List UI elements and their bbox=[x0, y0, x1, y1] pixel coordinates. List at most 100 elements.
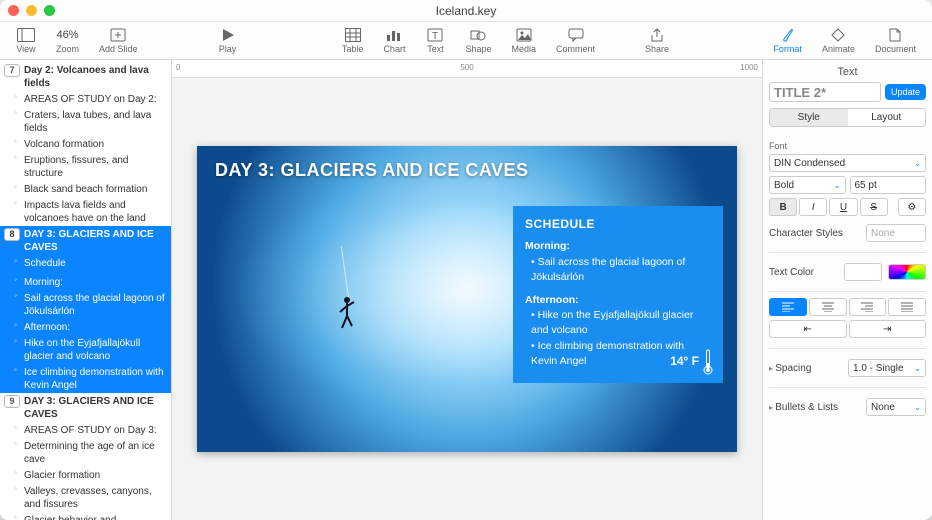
align-justify-button[interactable] bbox=[888, 298, 926, 316]
play-icon bbox=[218, 27, 238, 43]
bullets-select[interactable]: None⌄ bbox=[866, 398, 926, 416]
plus-icon bbox=[108, 27, 128, 43]
media-button[interactable]: Media bbox=[501, 27, 546, 54]
text-color-swatch[interactable] bbox=[844, 263, 882, 281]
font-weight-select[interactable]: Bold⌄ bbox=[769, 176, 846, 194]
color-picker-button[interactable] bbox=[888, 264, 926, 280]
outdent-button[interactable]: ⇤ bbox=[769, 320, 847, 338]
align-left-button[interactable] bbox=[769, 298, 807, 316]
media-icon bbox=[514, 27, 534, 43]
outline-item[interactable]: Ice climbing demonstration with Kevin An… bbox=[0, 364, 171, 393]
shape-button[interactable]: Shape bbox=[455, 27, 501, 54]
outline-item[interactable]: Glacier formation bbox=[0, 467, 171, 483]
zoom-button[interactable]: 46% Zoom bbox=[46, 27, 89, 54]
chevron-down-icon: ⌄ bbox=[914, 159, 921, 168]
outline-item[interactable]: Volcano formation bbox=[0, 136, 171, 152]
indent-button[interactable]: ⇥ bbox=[849, 320, 927, 338]
paragraph-style-select[interactable]: TITLE 2* bbox=[769, 82, 881, 102]
close-icon[interactable] bbox=[8, 5, 19, 16]
outline-item[interactable]: Schedule bbox=[0, 255, 171, 271]
inspector-tab-text[interactable]: Text bbox=[769, 60, 926, 82]
document-button[interactable]: Document bbox=[865, 27, 926, 54]
outline-item[interactable]: Craters, lava tubes, and lava fields bbox=[0, 107, 171, 136]
schedule-box[interactable]: SCHEDULE Morning: Sail across the glacia… bbox=[513, 206, 723, 383]
schedule-heading: SCHEDULE bbox=[525, 216, 711, 233]
chevron-down-icon: ⌄ bbox=[914, 364, 921, 373]
align-right-button[interactable] bbox=[849, 298, 887, 316]
comment-button[interactable]: Comment bbox=[546, 27, 605, 54]
outline-sidebar[interactable]: 7Day 2: Volcanoes and lava fields AREAS … bbox=[0, 60, 172, 520]
add-slide-button[interactable]: Add Slide bbox=[89, 27, 148, 54]
outline-slide-9[interactable]: 9DAY 3: GLACIERS AND ICE CAVES bbox=[0, 393, 171, 422]
toolbar: View 46% Zoom Add Slide Play Table Chart… bbox=[0, 22, 932, 60]
table-button[interactable]: Table bbox=[332, 27, 374, 54]
font-section-label: Font bbox=[769, 141, 926, 151]
format-button[interactable]: Format bbox=[763, 27, 812, 54]
italic-button[interactable]: I bbox=[799, 198, 827, 216]
char-styles-label: Character Styles bbox=[769, 228, 860, 239]
font-size-stepper[interactable]: 65 pt bbox=[850, 176, 927, 194]
bold-button[interactable]: B bbox=[769, 198, 797, 216]
outline-slide-8[interactable]: 8DAY 3: GLACIERS AND ICE CAVES bbox=[0, 226, 171, 255]
outline-item[interactable]: Impacts lava fields and volcanoes have o… bbox=[0, 197, 171, 226]
style-layout-segment[interactable]: Style Layout bbox=[769, 108, 926, 127]
underline-button[interactable]: U bbox=[829, 198, 857, 216]
advanced-options-button[interactable]: ⚙︎ bbox=[898, 198, 926, 216]
titlebar: Iceland.key bbox=[0, 0, 932, 22]
outline-item[interactable]: Sail across the glacial lagoon of Jökuls… bbox=[0, 290, 171, 319]
char-styles-select[interactable]: None bbox=[866, 224, 926, 242]
outline-item[interactable]: AREAS OF STUDY on Day 2: bbox=[0, 91, 171, 107]
canvas-area: 0 500 1000 DAY 3: GLACIERS AND ICE CAVES… bbox=[172, 60, 762, 520]
slide-title[interactable]: DAY 3: GLACIERS AND ICE CAVES bbox=[215, 160, 529, 181]
seg-style[interactable]: Style bbox=[770, 109, 848, 126]
outline-item[interactable]: Black sand beach formation bbox=[0, 181, 171, 197]
outline-item[interactable]: Hike on the Eyjafjallajökull glacier and… bbox=[0, 335, 171, 364]
outline-slide-7[interactable]: 7Day 2: Volcanoes and lava fields bbox=[0, 62, 171, 91]
update-style-button[interactable]: Update bbox=[885, 84, 926, 100]
chevron-down-icon: ⌄ bbox=[914, 403, 921, 412]
text-button[interactable]: TText bbox=[415, 27, 455, 54]
play-button[interactable]: Play bbox=[208, 27, 248, 54]
minimize-icon[interactable] bbox=[26, 5, 37, 16]
keynote-window: Iceland.key View 46% Zoom Add Slide Play… bbox=[0, 0, 932, 520]
share-icon bbox=[647, 27, 667, 43]
outline-item[interactable]: Morning: bbox=[0, 274, 171, 290]
share-button[interactable]: Share bbox=[635, 27, 679, 54]
window-controls bbox=[8, 5, 55, 16]
text-color-label: Text Color bbox=[769, 267, 838, 278]
align-center-button[interactable] bbox=[809, 298, 847, 316]
slide-canvas[interactable]: DAY 3: GLACIERS AND ICE CAVES SCHEDULE M… bbox=[172, 78, 762, 520]
chart-button[interactable]: Chart bbox=[373, 27, 415, 54]
outline-item[interactable]: Determining the age of an ice cave bbox=[0, 438, 171, 467]
outline-item[interactable]: Eruptions, fissures, and structure bbox=[0, 152, 171, 181]
shape-icon bbox=[468, 27, 488, 43]
bullets-disclose[interactable]: Bullets & Lists bbox=[769, 402, 860, 413]
text-icon: T bbox=[425, 27, 445, 43]
outline-item[interactable]: AREAS OF STUDY on Day 3: bbox=[0, 422, 171, 438]
seg-layout[interactable]: Layout bbox=[848, 109, 926, 126]
outline-item[interactable]: Afternoon: bbox=[0, 319, 171, 335]
spacing-select[interactable]: 1.0 - Single⌄ bbox=[848, 359, 926, 377]
main-area: 7Day 2: Volcanoes and lava fields AREAS … bbox=[0, 60, 932, 520]
slide[interactable]: DAY 3: GLACIERS AND ICE CAVES SCHEDULE M… bbox=[197, 146, 737, 452]
animate-icon bbox=[828, 27, 848, 43]
view-button[interactable]: View bbox=[6, 27, 46, 54]
font-family-select[interactable]: DIN Condensed⌄ bbox=[769, 154, 926, 172]
chevron-down-icon: ⌄ bbox=[834, 181, 841, 190]
thermometer-icon bbox=[703, 349, 713, 375]
spacing-disclose[interactable]: Spacing bbox=[769, 363, 842, 374]
brush-icon bbox=[778, 27, 798, 43]
comment-icon bbox=[566, 27, 586, 43]
svg-text:T: T bbox=[432, 31, 438, 42]
chart-icon bbox=[384, 27, 404, 43]
temperature-badge: 14° F bbox=[670, 349, 713, 375]
view-icon bbox=[16, 27, 36, 43]
climber-figure bbox=[337, 296, 357, 330]
animate-button[interactable]: Animate bbox=[812, 27, 865, 54]
document-title: Iceland.key bbox=[0, 4, 932, 18]
strikethrough-button[interactable]: S bbox=[860, 198, 888, 216]
outline-item[interactable]: Glacier behavior and movement bbox=[0, 512, 171, 520]
document-icon bbox=[885, 27, 905, 43]
outline-item[interactable]: Valleys, crevasses, canyons, and fissure… bbox=[0, 483, 171, 512]
zoom-window-icon[interactable] bbox=[44, 5, 55, 16]
